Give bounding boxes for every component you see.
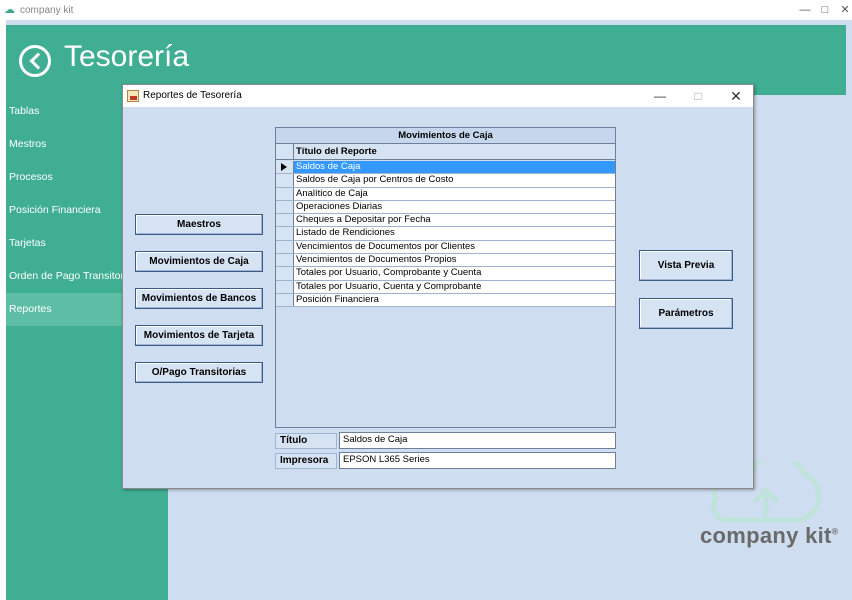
row-label: Listado de Rendiciones bbox=[296, 227, 395, 239]
dialog-maximize-button[interactable]: □ bbox=[683, 87, 713, 105]
dialog-title: Reportes de Tesorería bbox=[143, 90, 242, 101]
table-row[interactable]: Posición Financiera bbox=[276, 293, 615, 308]
page-title: Tesorería bbox=[64, 40, 190, 73]
row-label: Analítico de Caja bbox=[296, 187, 368, 199]
row-label: Saldos de Caja bbox=[296, 161, 361, 172]
maestros-button[interactable]: Maestros bbox=[135, 214, 263, 235]
movimientos-caja-button[interactable]: Movimientos de Caja bbox=[135, 251, 263, 272]
row-indicator[interactable] bbox=[276, 293, 294, 307]
dialog-close-button[interactable]: ✕ bbox=[721, 87, 751, 105]
maximize-button[interactable]: □ bbox=[814, 1, 836, 19]
row-label: Vencimientos de Documentos Propios bbox=[296, 254, 457, 266]
impresora-field[interactable]: EPSON L365 Series bbox=[339, 452, 616, 469]
back-arrow-icon[interactable] bbox=[19, 45, 51, 77]
table-row[interactable]: Listado de Rendiciones bbox=[276, 227, 615, 241]
row-indicator[interactable] bbox=[276, 227, 294, 240]
grid-rows: Saldos de Caja Saldos de Caja por Centros… bbox=[276, 161, 615, 308]
table-row[interactable]: Totales por Usuario, Cuenta y Comprobant… bbox=[276, 280, 615, 294]
reports-grid: Movimientos de Caja Título del Reporte S… bbox=[275, 127, 616, 428]
dialog-minimize-button[interactable]: — bbox=[645, 87, 675, 105]
report-icon bbox=[127, 90, 139, 102]
row-label: Totales por Usuario, Comprobante y Cuent… bbox=[296, 267, 482, 279]
row-label: Totales por Usuario, Cuenta y Comprobant… bbox=[296, 280, 482, 292]
table-row[interactable]: Vencimientos de Documentos por Clientes bbox=[276, 240, 615, 255]
row-label: Vencimientos de Documentos por Clientes bbox=[296, 240, 476, 252]
grid-caption: Movimientos de Caja bbox=[276, 128, 615, 144]
row-indicator[interactable] bbox=[276, 187, 294, 200]
row-label: Operaciones Diarias bbox=[296, 200, 383, 212]
movimientos-bancos-button[interactable]: Movimientos de Bancos bbox=[135, 288, 263, 309]
grid-header: Título del Reporte bbox=[276, 144, 615, 160]
opago-transitorias-button[interactable]: O/Pago Transitorias bbox=[135, 362, 263, 383]
watermark-text: company kit® bbox=[700, 523, 839, 548]
column-header-titulo[interactable]: Título del Reporte bbox=[296, 144, 377, 159]
row-indicator[interactable] bbox=[276, 214, 294, 227]
table-row[interactable]: Analítico de Caja bbox=[276, 187, 615, 201]
dialog-titlebar: Reportes de Tesorería — □ ✕ bbox=[123, 85, 753, 107]
table-row[interactable]: Operaciones Diarias bbox=[276, 200, 615, 215]
row-label: Cheques a Depositar por Fecha bbox=[296, 214, 431, 226]
table-row[interactable]: Cheques a Depositar por Fecha bbox=[276, 214, 615, 228]
row-indicator[interactable] bbox=[276, 280, 294, 293]
parametros-button[interactable]: Parámetros bbox=[639, 298, 733, 329]
window-titlebar: ☁ company kit — □ ✕ bbox=[0, 0, 852, 20]
row-indicator[interactable] bbox=[276, 267, 294, 280]
row-indicator[interactable] bbox=[276, 240, 294, 254]
vista-previa-button[interactable]: Vista Previa bbox=[639, 250, 733, 281]
row-indicator[interactable] bbox=[276, 254, 294, 267]
table-row[interactable]: Totales por Usuario, Comprobante y Cuent… bbox=[276, 267, 615, 281]
row-indicator[interactable] bbox=[276, 161, 294, 174]
cloud-icon: ☁ bbox=[4, 3, 15, 16]
current-row-arrow-icon bbox=[281, 163, 287, 171]
row-indicator[interactable] bbox=[276, 200, 294, 214]
row-indicator[interactable] bbox=[276, 174, 294, 187]
titulo-field[interactable]: Saldos de Caja bbox=[339, 432, 616, 449]
impresora-label: Impresora bbox=[275, 453, 337, 469]
table-row[interactable]: Vencimientos de Documentos Propios bbox=[276, 254, 615, 268]
close-button[interactable]: ✕ bbox=[834, 1, 852, 19]
row-label: Saldos de Caja por Centros de Costo bbox=[296, 174, 454, 186]
row-label: Posición Financiera bbox=[296, 293, 379, 305]
table-row[interactable]: Saldos de Caja bbox=[276, 161, 615, 175]
titulo-label: Título bbox=[275, 433, 337, 449]
minimize-button[interactable]: — bbox=[794, 1, 816, 19]
window-title: company kit bbox=[20, 4, 74, 16]
reportes-dialog: Reportes de Tesorería — □ ✕ Maestros Mov… bbox=[122, 84, 754, 489]
movimientos-tarjeta-button[interactable]: Movimientos de Tarjeta bbox=[135, 325, 263, 346]
table-row[interactable]: Saldos de Caja por Centros de Costo bbox=[276, 174, 615, 188]
